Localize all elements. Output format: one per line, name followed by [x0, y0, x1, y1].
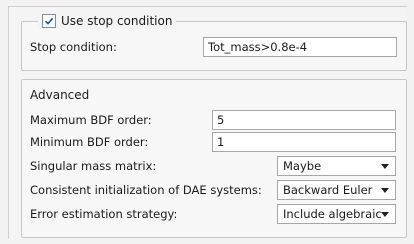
consistent-init-select[interactable]: Backward Euler [277, 180, 396, 200]
singular-mass-select[interactable]: Maybe [277, 156, 396, 176]
use-stop-condition-checkbox[interactable] [42, 14, 56, 28]
use-stop-condition-toggle[interactable]: Use stop condition [38, 13, 177, 29]
singular-mass-label: Singular mass matrix: [30, 159, 157, 173]
error-estimation-label: Error estimation strategy: [30, 207, 178, 221]
chevron-down-icon [381, 164, 389, 169]
error-estimation-value: Include algebraic [283, 207, 382, 221]
checkmark-icon [44, 17, 54, 25]
singular-mass-value: Maybe [283, 159, 322, 173]
error-estimation-select[interactable]: Include algebraic [277, 204, 396, 224]
advanced-title: Advanced [30, 88, 90, 102]
chevron-down-icon [381, 212, 389, 217]
settings-panel: Use stop condition Stop condition: Tot_m… [8, 6, 407, 239]
stop-condition-label: Stop condition: [30, 40, 117, 54]
max-bdf-input[interactable]: 5 [212, 110, 396, 130]
chevron-down-icon [381, 188, 389, 193]
advanced-group: Advanced Maximum BDF order: 5 Minimum BD… [21, 79, 407, 238]
min-bdf-input[interactable]: 1 [212, 132, 396, 152]
consistent-init-label: Consistent initialization of DAE systems… [30, 183, 262, 197]
max-bdf-label: Maximum BDF order: [30, 113, 152, 127]
use-stop-condition-label: Use stop condition [61, 14, 173, 28]
min-bdf-label: Minimum BDF order: [30, 135, 149, 149]
stop-condition-input[interactable]: Tot_mass>0.8e-4 [203, 37, 397, 57]
consistent-init-value: Backward Euler [283, 183, 373, 197]
stop-condition-group: Use stop condition Stop condition: Tot_m… [21, 13, 407, 71]
